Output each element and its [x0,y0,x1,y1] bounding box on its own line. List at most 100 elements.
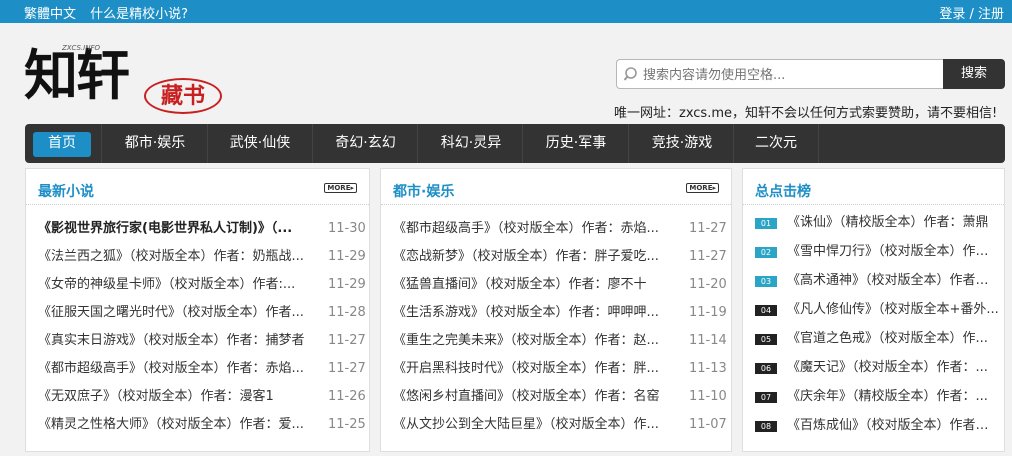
novel-date: 11-29 [328,249,366,264]
nav-item-history[interactable]: 历史·军事 [524,124,628,163]
novel-title[interactable]: 《悠闲乡村直播间》（校对版全本）作者：名窑 [393,387,673,407]
novel-title[interactable]: 《官道之色戒》（校对版全本）作... [787,329,999,349]
site-logo[interactable]: 知轩 ZXCS.INFO 藏书 [24,40,224,120]
ranking-item[interactable]: 01 《诛仙》（精校版全本）作者：萧鼎 [755,213,1000,233]
novel-date: 11-28 [328,305,366,320]
novel-title[interactable]: 《猛兽直播间》（校对版全本）作者：廖不十 [393,275,673,295]
rank-badge: 05 [755,334,777,345]
novel-title[interactable]: 《魔天记》（校对版全本）作者：... [787,358,999,378]
site-notice: 唯一网址：zxcs.me，知轩不会以任何方式索要赞助，请不要相信! [614,106,998,121]
novel-title[interactable]: 《百炼成仙》（校对版全本）作者：... [787,416,999,436]
list-item[interactable]: 《生活系游戏》（校对版全本）作者：呷呷呷... 11-19 [393,303,727,323]
novel-date: 11-30 [328,221,366,236]
ranking-item[interactable]: 04 《凡人修仙传》（校对版全本+番外... [755,300,1000,320]
urban-novels-panel: 都市·娱乐 MORE▸ 《都市超级高手》（校对版全本）作者：赤焰... 11-2… [380,168,732,452]
rank-badge: 06 [755,363,777,374]
login-register-link[interactable]: 登录 / 注册 [939,7,1004,22]
traditional-chinese-link[interactable]: 繁體中文 [24,7,76,22]
novel-title[interactable]: 《无双庶子》（校对版全本）作者：漫客1 [38,387,316,407]
nav-divider [101,124,102,163]
novel-title[interactable]: 《都市超级高手》（校对版全本）作者：赤焰... [38,359,316,379]
nav-item-urban[interactable]: 都市·娱乐 [105,124,205,163]
novel-date: 11-19 [689,305,727,320]
novel-title[interactable]: 《从文抄公到全大陆巨星》（校对版全本）作... [393,415,673,435]
novel-title[interactable]: 《开启黑科技时代》（校对版全本）作者：胖... [393,359,673,379]
rank-badge: 04 [755,305,777,316]
novel-title[interactable]: 《高术通神》（校对版全本）作者：... [787,271,999,291]
novel-title[interactable]: 《重生之完美未来》（校对版全本）作者：赵... [393,331,673,351]
novel-date: 11-27 [328,361,366,376]
ranking-item[interactable]: 07 《庆余年》（精校版全本）作者：... [755,387,1000,407]
more-button[interactable]: MORE▸ [686,183,719,193]
list-item[interactable]: 《精灵之性格大师》（校对版全本）作者：爱... 11-25 [38,415,366,435]
top-bar: 繁體中文 什么是精校小说? 登录 / 注册 [0,0,1012,23]
panel-header: 总点击榜 [743,169,1004,205]
rank-badge: 03 [755,276,777,287]
list-item[interactable]: 《女帝的神级星卡师》（校对版全本）作者:... 11-29 [38,275,366,295]
nav-divider [733,124,734,163]
novel-date: 11-07 [689,417,727,432]
list-item[interactable]: 《开启黑科技时代》（校对版全本）作者：胖... 11-13 [393,359,727,379]
top-clicks-panel: 总点击榜 01 《诛仙》（精校版全本）作者：萧鼎 02 《雪中悍刀行》（校对版全… [742,168,1005,452]
novel-date: 11-27 [689,249,727,264]
list-item[interactable]: 《都市超级高手》（校对版全本）作者：赤焰... 11-27 [393,219,727,239]
list-item[interactable]: 《恋战新梦》（校对版全本）作者：胖子爱吃... 11-27 [393,247,727,267]
list-item[interactable]: 《无双庶子》（校对版全本）作者：漫客1 11-26 [38,387,366,407]
search-bar: 搜索 [616,59,1005,89]
nav-item-acg[interactable]: 二次元 [735,124,817,163]
novel-date: 11-13 [689,361,727,376]
rank-badge: 01 [755,218,777,229]
novel-title[interactable]: 《征服天国之曙光时代》（校对版全本）作者... [38,303,316,323]
rank-badge: 07 [755,392,777,403]
main-nav: 首页 都市·娱乐 武侠·仙侠 奇幻·玄幻 科幻·灵异 历史·军事 竞技·游戏 二… [25,124,1005,163]
novel-title[interactable]: 《庆余年》（精校版全本）作者：... [787,387,999,407]
ranking-item[interactable]: 06 《魔天记》（校对版全本）作者：... [755,358,1000,378]
novel-title[interactable]: 《影视世界旅行家(电影世界私人订制)》（... [38,219,316,239]
nav-divider [312,124,313,163]
novel-title[interactable]: 《恋战新梦》（校对版全本）作者：胖子爱吃... [393,247,673,267]
list-item[interactable]: 《影视世界旅行家(电影世界私人订制)》（... 11-30 [38,219,366,239]
panel-title: 都市·娱乐 [393,184,455,200]
panel-title: 最新小说 [38,184,94,200]
novel-date: 11-29 [328,277,366,292]
list-item[interactable]: 《征服天国之曙光时代》（校对版全本）作者... 11-28 [38,303,366,323]
list-item[interactable]: 《法兰西之狐》（校对版全本）作者：奶瓶战... 11-29 [38,247,366,267]
list-item[interactable]: 《悠闲乡村直播间》（校对版全本）作者：名窑 11-10 [393,387,727,407]
ranking-item[interactable]: 03 《高术通神》（校对版全本）作者：... [755,271,1000,291]
nav-item-games[interactable]: 竞技·游戏 [630,124,734,163]
list-item[interactable]: 《重生之完美未来》（校对版全本）作者：赵... 11-14 [393,331,727,351]
novel-title[interactable]: 《都市超级高手》（校对版全本）作者：赤焰... [393,219,673,239]
novel-title[interactable]: 《真实末日游戏》（校对版全本）作者：捕梦者 [38,331,316,351]
ranking-item[interactable]: 02 《雪中悍刀行》（校对版全本）作者：烽... [755,242,1000,262]
nav-divider [417,124,418,163]
novel-date: 11-25 [328,417,366,432]
novel-title[interactable]: 《精灵之性格大师》（校对版全本）作者：爱... [38,415,316,435]
novel-title[interactable]: 《女帝的神级星卡师》（校对版全本）作者:... [38,275,316,295]
top-bar-left: 繁體中文 什么是精校小说? [24,3,198,22]
more-button[interactable]: MORE▸ [324,183,357,193]
search-icon [623,67,637,81]
ranking-item[interactable]: 08 《百炼成仙》（校对版全本）作者：... [755,416,1000,436]
novel-title[interactable]: 《凡人修仙传》（校对版全本+番外... [787,300,999,320]
novel-title[interactable]: 《生活系游戏》（校对版全本）作者：呷呷呷... [393,303,673,323]
search-input[interactable] [643,65,938,85]
nav-item-home[interactable]: 首页 [33,124,91,163]
list-item[interactable]: 《都市超级高手》（校对版全本）作者：赤焰... 11-27 [38,359,366,379]
search-button[interactable]: 搜索 [943,59,1005,89]
list-item[interactable]: 《真实末日游戏》（校对版全本）作者：捕梦者 11-27 [38,331,366,351]
novel-date: 11-10 [689,389,727,404]
novel-title[interactable]: 《雪中悍刀行》（校对版全本）作者：烽... [787,242,999,262]
novel-title[interactable]: 《法兰西之狐》（校对版全本）作者：奶瓶战... [38,247,316,267]
list-item[interactable]: 《从文抄公到全大陆巨星》（校对版全本）作... 11-07 [393,415,727,435]
novel-date: 11-20 [689,277,727,292]
what-is-refined-novel-link[interactable]: 什么是精校小说? [90,7,188,22]
panel-title: 总点击榜 [755,184,811,200]
ranking-item[interactable]: 05 《官道之色戒》（校对版全本）作... [755,329,1000,349]
nav-item-wuxia[interactable]: 武侠·仙侠 [209,124,311,163]
novel-title[interactable]: 《诛仙》（精校版全本）作者：萧鼎 [787,213,999,233]
nav-divider [207,124,208,163]
nav-item-scifi[interactable]: 科幻·灵异 [419,124,523,163]
nav-item-fantasy[interactable]: 奇幻·玄幻 [314,124,417,163]
list-item[interactable]: 《猛兽直播间》（校对版全本）作者：廖不十 11-20 [393,275,727,295]
novel-date: 11-27 [328,333,366,348]
